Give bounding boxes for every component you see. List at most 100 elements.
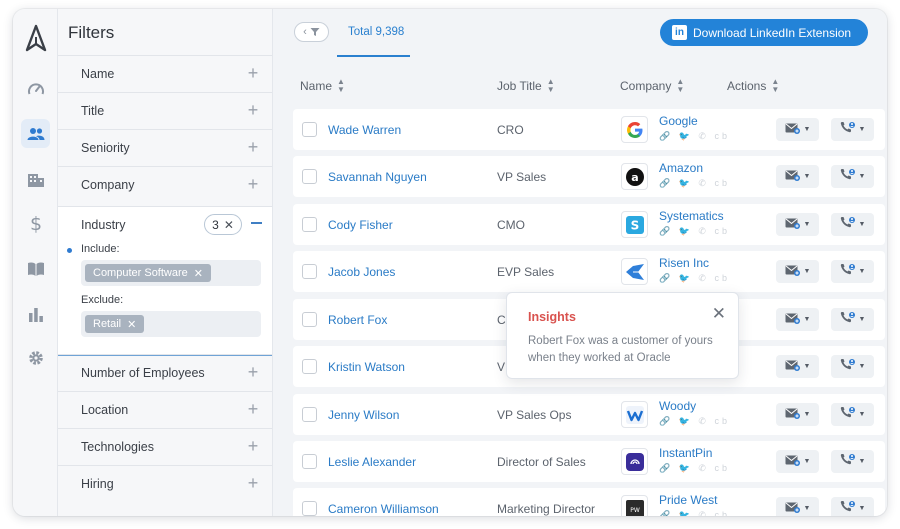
table-row[interactable]: Leslie Alexander Director of Sales Instant… bbox=[293, 441, 885, 482]
column-header-company[interactable]: Company ▲ ▼ bbox=[620, 78, 684, 94]
exclude-tags-field[interactable]: Retail ✕ bbox=[81, 311, 261, 337]
email-action-button[interactable]: ▼ bbox=[776, 308, 819, 331]
email-action-button[interactable]: ▼ bbox=[776, 403, 819, 426]
close-icon[interactable]: ✕ bbox=[712, 304, 726, 324]
contact-name-link[interactable]: Kristin Watson bbox=[328, 360, 405, 374]
company-name-link[interactable]: Risen Inc bbox=[659, 256, 709, 270]
company-name-link[interactable]: Google bbox=[659, 114, 698, 128]
phone-action-button[interactable]: ▼ bbox=[831, 260, 874, 283]
phone-action-button[interactable]: ▼ bbox=[831, 118, 874, 141]
social-links-icons[interactable]: 🔗 🐦 ✆ cb bbox=[659, 226, 730, 237]
table-row[interactable]: Wade Warren CRO Google 🔗 🐦 ✆ cb ▼ ▼ bbox=[293, 109, 885, 150]
job-title: Marketing Director bbox=[497, 502, 596, 516]
row-checkbox[interactable] bbox=[302, 312, 317, 327]
phone-action-button[interactable]: ▼ bbox=[831, 308, 874, 331]
plus-icon[interactable]: + bbox=[244, 363, 262, 381]
collapse-minus-icon[interactable] bbox=[251, 222, 262, 224]
bar-chart-icon[interactable] bbox=[21, 299, 50, 328]
table-row[interactable]: Savannah Nguyen VP Sales a Amazon 🔗 🐦 ✆ cb ▼ ▼ bbox=[293, 156, 885, 197]
contact-name-link[interactable]: Leslie Alexander bbox=[328, 455, 416, 469]
column-header-job-title[interactable]: Job Title ▲ ▼ bbox=[497, 78, 555, 94]
row-checkbox[interactable] bbox=[302, 454, 317, 469]
plus-icon[interactable]: + bbox=[244, 437, 262, 455]
table-row[interactable]: Cody Fisher CMO S Systematics 🔗 🐦 ✆ cb ▼ ▼ bbox=[293, 204, 885, 245]
plus-icon[interactable]: + bbox=[244, 101, 262, 119]
tab-total[interactable]: Total 9,398 bbox=[337, 9, 410, 57]
company-name-link[interactable]: Woody bbox=[659, 399, 696, 413]
table-row[interactable]: Jacob Jones EVP Sales Risen Inc 🔗 🐦 ✆ cb ▼ ▼ bbox=[293, 251, 885, 292]
email-action-button[interactable]: ▼ bbox=[776, 213, 819, 236]
row-checkbox[interactable] bbox=[302, 407, 317, 422]
social-links-icons[interactable]: 🔗 🐦 ✆ cb bbox=[659, 416, 730, 427]
row-checkbox[interactable] bbox=[302, 122, 317, 137]
email-action-button[interactable]: ▼ bbox=[776, 118, 819, 141]
phone-action-button[interactable]: ▼ bbox=[831, 497, 874, 516]
filter-title[interactable]: Title + bbox=[58, 92, 272, 129]
phone-icon bbox=[840, 311, 855, 329]
email-action-button[interactable]: ▼ bbox=[776, 165, 819, 188]
social-links-icons[interactable]: 🔗 🐦 ✆ cb bbox=[659, 178, 730, 189]
people-icon[interactable] bbox=[21, 119, 50, 148]
dashboard-gauge-icon[interactable] bbox=[21, 75, 50, 104]
contact-name-link[interactable]: Savannah Nguyen bbox=[328, 170, 427, 184]
phone-action-button[interactable]: ▼ bbox=[831, 403, 874, 426]
phone-action-button[interactable]: ▼ bbox=[831, 355, 874, 378]
dollar-icon[interactable]: $ bbox=[21, 208, 50, 237]
filter-label: Company bbox=[81, 178, 135, 192]
social-links-icons[interactable]: 🔗 🐦 ✆ cb bbox=[659, 510, 730, 516]
email-action-button[interactable]: ▼ bbox=[776, 497, 819, 516]
plus-icon[interactable]: + bbox=[244, 400, 262, 418]
column-header-actions[interactable]: Actions ▲ ▼ bbox=[727, 78, 779, 94]
column-header-name[interactable]: Name ▲ ▼ bbox=[300, 78, 345, 94]
plus-icon[interactable]: + bbox=[244, 474, 262, 492]
phone-action-button[interactable]: ▼ bbox=[831, 165, 874, 188]
table-row[interactable]: Jenny Wilson VP Sales Ops Woody 🔗 🐦 ✆ cb ▼ ▼ bbox=[293, 394, 885, 435]
gear-icon[interactable] bbox=[21, 343, 50, 372]
filter-number-of-employees[interactable]: Number of Employees + bbox=[58, 354, 272, 391]
row-checkbox[interactable] bbox=[302, 217, 317, 232]
building-icon[interactable] bbox=[21, 165, 50, 194]
email-action-button[interactable]: ▼ bbox=[776, 260, 819, 283]
row-checkbox[interactable] bbox=[302, 264, 317, 279]
filter-company[interactable]: Company + bbox=[58, 166, 272, 203]
phone-action-button[interactable]: ▼ bbox=[831, 450, 874, 473]
row-checkbox[interactable] bbox=[302, 359, 317, 374]
contact-name-link[interactable]: Cody Fisher bbox=[328, 218, 393, 232]
email-action-button[interactable]: ▼ bbox=[776, 355, 819, 378]
logo-icon[interactable] bbox=[21, 23, 50, 52]
row-checkbox[interactable] bbox=[302, 169, 317, 184]
company-name-link[interactable]: InstantPin bbox=[659, 446, 712, 460]
filter-location[interactable]: Location + bbox=[58, 391, 272, 428]
table-row[interactable]: Cameron Williamson Marketing Director PW Pr… bbox=[293, 488, 885, 516]
social-links-icons[interactable]: 🔗 🐦 ✆ cb bbox=[659, 273, 730, 284]
filter-hiring[interactable]: Hiring + bbox=[58, 465, 272, 502]
contact-name-link[interactable]: Wade Warren bbox=[328, 123, 401, 137]
company-name-link[interactable]: Amazon bbox=[659, 161, 703, 175]
filter-seniority[interactable]: Seniority + bbox=[58, 129, 272, 166]
remove-tag-icon[interactable]: ✕ bbox=[194, 267, 203, 280]
company-name-link[interactable]: Pride West bbox=[659, 493, 717, 507]
contact-name-link[interactable]: Robert Fox bbox=[328, 313, 387, 327]
plus-icon[interactable]: + bbox=[244, 64, 262, 82]
book-icon[interactable] bbox=[21, 254, 50, 283]
contact-name-link[interactable]: Cameron Williamson bbox=[328, 502, 439, 516]
filter-label[interactable]: Industry bbox=[81, 218, 125, 232]
row-checkbox[interactable] bbox=[302, 501, 317, 516]
email-action-button[interactable]: ▼ bbox=[776, 450, 819, 473]
clear-icon[interactable]: ✕ bbox=[224, 218, 234, 232]
social-links-icons[interactable]: 🔗 🐦 ✆ cb bbox=[659, 131, 730, 142]
filter-name[interactable]: Name + bbox=[58, 55, 272, 92]
plus-icon[interactable]: + bbox=[244, 175, 262, 193]
social-links-icons[interactable]: 🔗 🐦 ✆ cb bbox=[659, 463, 730, 474]
contact-name-link[interactable]: Jenny Wilson bbox=[328, 408, 399, 422]
industry-count-badge[interactable]: 3 ✕ bbox=[204, 214, 242, 235]
company-name-link[interactable]: Systematics bbox=[659, 209, 724, 223]
filter-technologies[interactable]: Technologies + bbox=[58, 428, 272, 465]
phone-action-button[interactable]: ▼ bbox=[831, 213, 874, 236]
contact-name-link[interactable]: Jacob Jones bbox=[328, 265, 395, 279]
plus-icon[interactable]: + bbox=[244, 138, 262, 156]
toggle-filters-button[interactable]: ‹ bbox=[294, 22, 329, 42]
remove-tag-icon[interactable]: ✕ bbox=[127, 318, 136, 331]
include-tags-field[interactable]: Computer Software ✕ bbox=[81, 260, 261, 286]
download-linkedin-extension-button[interactable]: in Download LinkedIn Extension bbox=[660, 19, 868, 46]
